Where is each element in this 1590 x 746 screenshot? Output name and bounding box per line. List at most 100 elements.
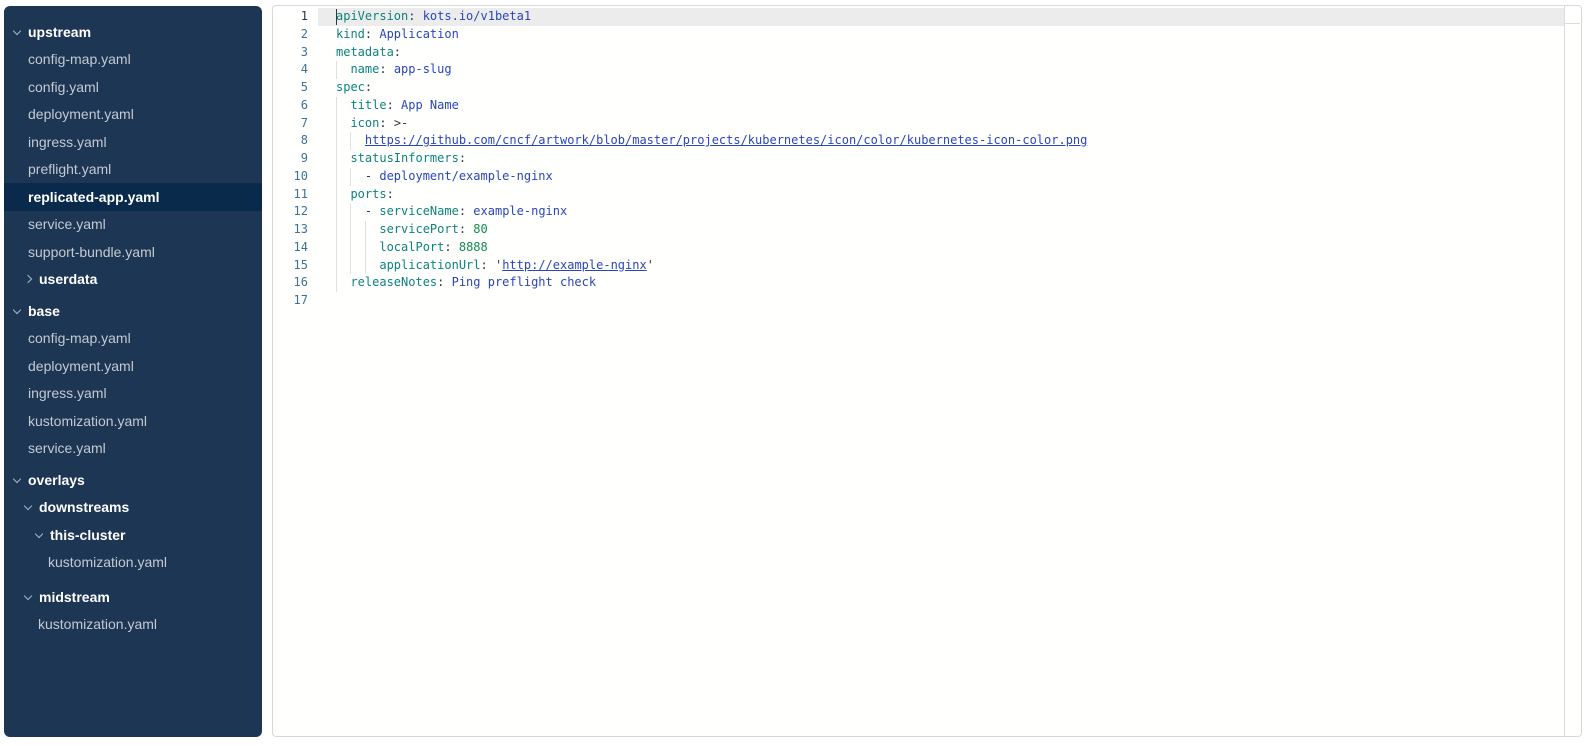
code-line-5[interactable]: 5 spec: [273,79,1581,97]
code-line-14[interactable]: 14 localPort: 8888 [273,239,1581,257]
tree-file-ingress-yaml[interactable]: ingress.yaml [4,128,262,156]
code-line-content[interactable]: - deployment/example-nginx [318,168,1564,186]
code-line-content[interactable]: spec: [318,79,1564,97]
tree-file-config-map-yaml[interactable]: config-map.yaml [4,325,262,353]
file-tree-sidebar: upstreamconfig-map.yamlconfig.yamldeploy… [4,6,262,737]
code-token-punc: ' [647,258,654,272]
code-line-3[interactable]: 3metadata: [273,44,1581,62]
code-line-10[interactable]: 10 - deployment/example-nginx [273,168,1581,186]
tree-item-label: ingress.yaml [28,385,107,401]
chevron-down-icon[interactable] [13,306,21,314]
tree-file-deployment-yaml[interactable]: deployment.yaml [4,101,262,129]
tree-item-label: kustomization.yaml [38,616,157,632]
code-line-content[interactable]: localPort: 8888 [318,239,1564,257]
chevron-down-icon[interactable] [13,27,21,35]
tree-file-service-yaml[interactable]: service.yaml [4,211,262,239]
code-token-punc: : [408,9,422,23]
code-line-1[interactable]: 1apiVersion: kots.io/v1beta1 [273,8,1581,26]
code-line-6[interactable]: 6 title: App Name [273,97,1581,115]
indent-spaces [336,62,350,76]
code-line-content[interactable]: servicePort: 80 [318,221,1564,239]
tree-folder-this-cluster[interactable]: this-cluster [4,521,262,549]
code-line-content[interactable]: metadata: [318,44,1564,62]
tree-item-label: preflight.yaml [28,161,111,177]
code-text: https://github.com/cncf/artwork/blob/mas… [336,132,1564,150]
code-line-content[interactable]: statusInformers: [318,150,1564,168]
tree-folder-upstream[interactable]: upstream [4,18,262,46]
code-line-15[interactable]: 15 applicationUrl: 'http://example-nginx… [273,257,1581,275]
chevron-down-icon[interactable] [24,502,32,510]
code-line-7[interactable]: 7 icon: >- [273,115,1581,133]
line-number: 6 [273,97,318,115]
tree-folder-midstream[interactable]: midstream [4,583,262,611]
code-line-content[interactable]: icon: >- [318,115,1564,133]
code-line-content[interactable]: - serviceName: example-nginx [318,203,1564,221]
code-line-content[interactable]: apiVersion: kots.io/v1beta1 [318,8,1564,26]
code-text: apiVersion: kots.io/v1beta1 [336,8,1564,26]
code-line-13[interactable]: 13 servicePort: 80 [273,221,1581,239]
tree-file-kustomization-yaml[interactable]: kustomization.yaml [4,549,262,577]
indent-guide [336,186,337,204]
code-line-content[interactable] [318,292,1564,310]
code-line-content[interactable]: https://github.com/cncf/artwork/blob/mas… [318,132,1564,150]
tree-file-support-bundle-yaml[interactable]: support-bundle.yaml [4,238,262,266]
code-token-key: spec [336,80,365,94]
code-editor-panel[interactable]: 1apiVersion: kots.io/v1beta12kind: Appli… [272,5,1582,737]
code-line-content[interactable]: name: app-slug [318,61,1564,79]
code-line-4[interactable]: 4 name: app-slug [273,61,1581,79]
chevron-down-icon[interactable] [13,475,21,483]
code-line-content[interactable]: ports: [318,186,1564,204]
code-token-str: Application [379,27,458,41]
code-line-16[interactable]: 16 releaseNotes: Ping preflight check [273,274,1581,292]
indent-spaces [336,275,350,289]
indent-spaces [336,116,350,130]
code-line-11[interactable]: 11 ports: [273,186,1581,204]
line-number: 3 [273,44,318,62]
code-token-str: kots.io/v1beta1 [423,9,531,23]
indent-guide [336,97,337,115]
chevron-right-icon[interactable] [24,275,32,283]
code-token-punc: : [365,80,372,94]
line-number: 2 [273,26,318,44]
code-token-key: ports [350,187,386,201]
code-token-key: statusInformers [350,151,458,165]
code-line-content[interactable]: applicationUrl: 'http://example-nginx' [318,257,1564,275]
line-number: 13 [273,221,318,239]
tree-folder-userdata[interactable]: userdata [4,266,262,294]
tree-file-config-yaml[interactable]: config.yaml [4,73,262,101]
code-line-2[interactable]: 2kind: Application [273,26,1581,44]
code-line-12[interactable]: 12 - serviceName: example-nginx [273,203,1581,221]
code-token-key: name [350,62,379,76]
code-line-content[interactable]: title: App Name [318,97,1564,115]
indent-guide [365,239,366,257]
tree-folder-overlays[interactable]: overlays [4,466,262,494]
tree-file-deployment-yaml[interactable]: deployment.yaml [4,352,262,380]
code-line-content[interactable]: releaseNotes: Ping preflight check [318,274,1564,292]
tree-folder-downstreams[interactable]: downstreams [4,494,262,522]
tree-file-config-map-yaml[interactable]: config-map.yaml [4,46,262,74]
tree-file-preflight-yaml[interactable]: preflight.yaml [4,156,262,184]
tree-file-ingress-yaml[interactable]: ingress.yaml [4,380,262,408]
tree-file-kustomization-yaml[interactable]: kustomization.yaml [4,407,262,435]
line-number: 16 [273,274,318,292]
chevron-down-icon[interactable] [35,530,43,538]
code-link[interactable]: https://github.com/cncf/artwork/blob/mas… [365,133,1087,147]
tree-item-label: replicated-app.yaml [28,189,160,205]
code-link[interactable]: http://example-nginx [502,258,647,272]
line-number: 5 [273,79,318,97]
chevron-down-icon[interactable] [24,592,32,600]
code-line-content[interactable]: kind: Application [318,26,1564,44]
tree-file-service-yaml[interactable]: service.yaml [4,435,262,463]
indent-guide [336,274,337,292]
indent-guide [350,203,351,221]
tree-folder-base[interactable]: base [4,297,262,325]
line-number: 11 [273,186,318,204]
code-token-punc: : [379,62,393,76]
code-line-9[interactable]: 9 statusInformers: [273,150,1581,168]
tree-file-replicated-app-yaml[interactable]: replicated-app.yaml [4,183,262,211]
code-text: spec: [336,79,1564,97]
code-line-17[interactable]: 17 [273,292,1581,310]
tree-file-kustomization-yaml[interactable]: kustomization.yaml [4,611,262,639]
code-line-8[interactable]: 8 https://github.com/cncf/artwork/blob/m… [273,132,1581,150]
indent-guide [336,132,337,150]
